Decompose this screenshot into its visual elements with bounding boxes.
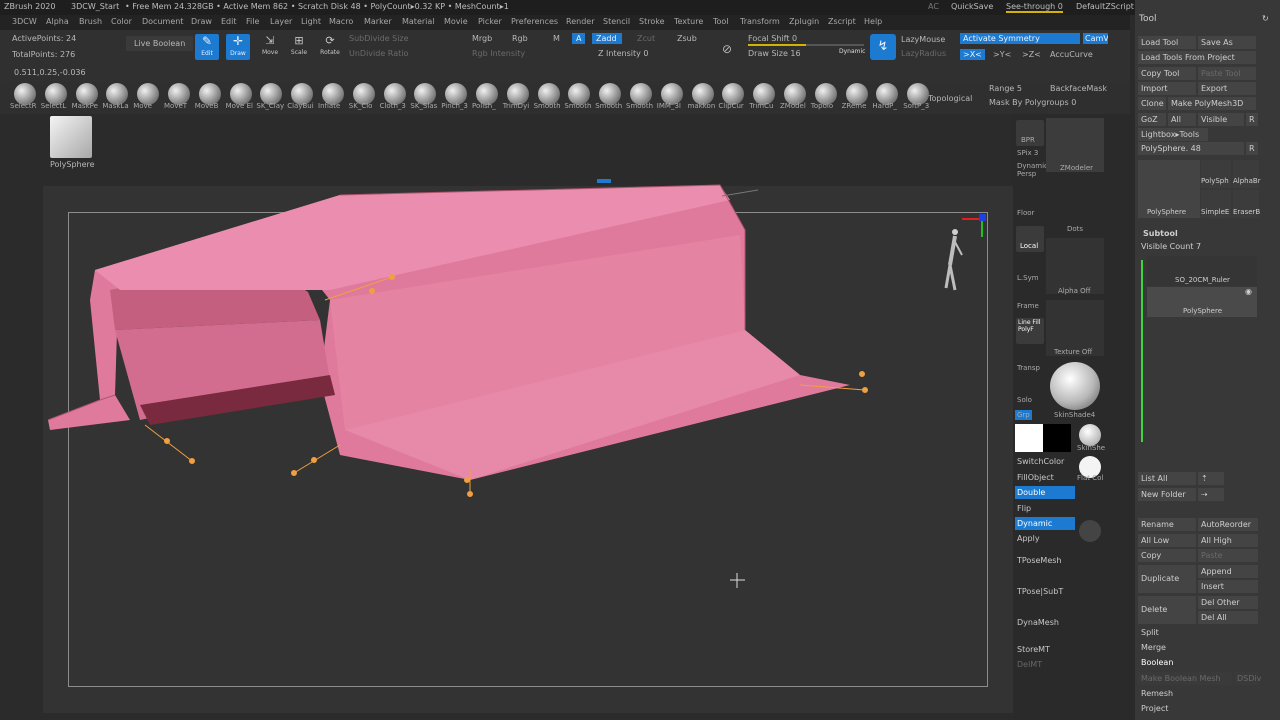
- switch-color-button[interactable]: SwitchColor: [1015, 455, 1075, 468]
- spix-slider[interactable]: SPix 3: [1017, 149, 1038, 157]
- del-all-button[interactable]: Del All: [1198, 611, 1258, 624]
- delete-button[interactable]: Delete: [1138, 596, 1196, 624]
- make-boolean-mesh-button[interactable]: Make Boolean Mesh: [1138, 672, 1232, 685]
- axis-gizmo[interactable]: [962, 214, 986, 237]
- material-sphere[interactable]: [1050, 362, 1100, 410]
- subtool-scrollbar[interactable]: [1141, 260, 1143, 442]
- copy-button[interactable]: Copy: [1138, 549, 1196, 562]
- r-button[interactable]: R: [1246, 113, 1258, 126]
- dots-label: Dots: [1067, 225, 1084, 233]
- goz-button[interactable]: GoZ: [1138, 113, 1166, 126]
- frame-button[interactable]: Frame: [1017, 302, 1039, 310]
- storemt-button[interactable]: StoreMT: [1015, 643, 1075, 656]
- cursor-crosshair-icon: [730, 573, 745, 588]
- mannequin-icon: [944, 229, 963, 291]
- list-all-button[interactable]: List All: [1138, 472, 1196, 485]
- project-section[interactable]: Project: [1141, 704, 1168, 713]
- skin-material-sphere[interactable]: [1079, 424, 1101, 446]
- new-folder-button[interactable]: New Folder: [1138, 488, 1196, 501]
- texture-off-label: Texture Off: [1054, 348, 1093, 356]
- backface-mask-toggle[interactable]: BackfaceMask: [1050, 84, 1107, 93]
- load-tool-button[interactable]: Load Tool: [1138, 36, 1196, 49]
- split-section[interactable]: Split: [1141, 628, 1159, 637]
- eye-icon[interactable]: ◉: [1245, 287, 1252, 296]
- dynamic-toggle-side[interactable]: Dynamic: [1015, 517, 1075, 530]
- flat-color-label: Flat Col: [1077, 474, 1104, 482]
- remesh-section[interactable]: Remesh: [1141, 689, 1173, 698]
- clone-button[interactable]: Clone: [1138, 97, 1166, 110]
- cam-button[interactable]: CamV: [1083, 33, 1108, 44]
- dynamesh-button[interactable]: DynaMesh: [1015, 616, 1075, 629]
- insert-button[interactable]: Insert: [1198, 580, 1258, 593]
- mesh-viewport-svg[interactable]: [0, 0, 1013, 720]
- export-button[interactable]: Export: [1198, 82, 1256, 95]
- alpha-slot[interactable]: [1046, 238, 1104, 294]
- floor-toggle[interactable]: Floor: [1017, 209, 1034, 217]
- apply-button[interactable]: Apply: [1015, 532, 1075, 545]
- visible-button[interactable]: Visible: [1198, 113, 1244, 126]
- auto-reorder-button[interactable]: AutoReorder: [1198, 518, 1258, 531]
- duplicate-button[interactable]: Duplicate: [1138, 565, 1196, 593]
- tool-panel: Tool ↻ Load Tool Save As Load Tools From…: [1135, 0, 1280, 720]
- tpose-subt-button[interactable]: TPose|SubT: [1015, 585, 1075, 598]
- pink-mesh[interactable]: [47, 184, 850, 480]
- make-polymesh-button[interactable]: Make PolyMesh3D: [1168, 97, 1256, 110]
- lsym-toggle[interactable]: L.Sym: [1017, 274, 1039, 282]
- save-as-button[interactable]: Save As: [1198, 36, 1256, 49]
- del-other-button[interactable]: Del Other: [1198, 596, 1258, 609]
- secondary-color-swatch[interactable]: [1043, 424, 1071, 452]
- right-shelf: BPR SPix 3 Dynamic Persp Floor Local L.S…: [1013, 114, 1135, 720]
- flip-button[interactable]: Flip: [1015, 502, 1075, 515]
- import-button[interactable]: Import: [1138, 82, 1196, 95]
- see-through-slider[interactable]: See-through 0: [1006, 2, 1063, 13]
- tposemesh-button[interactable]: TPoseMesh: [1015, 554, 1075, 567]
- material-label: SkinShade4: [1054, 411, 1096, 419]
- rotate-view-icon[interactable]: [1079, 520, 1101, 542]
- alpha-off-label: Alpha Off: [1058, 287, 1091, 295]
- move-down-icon[interactable]: ⇢: [1198, 488, 1224, 501]
- bpr-button[interactable]: BPR: [1016, 120, 1044, 146]
- fill-object-button[interactable]: FillObject: [1015, 471, 1075, 484]
- main-color-swatch[interactable]: [1015, 424, 1043, 452]
- all-high-button[interactable]: All High: [1198, 534, 1258, 547]
- accucurve-toggle[interactable]: AccuCurve: [1050, 50, 1093, 59]
- paste-button[interactable]: Paste: [1198, 549, 1258, 562]
- dsdiv-slider[interactable]: DSDiv: [1234, 672, 1261, 685]
- r-button-2[interactable]: R: [1246, 142, 1258, 155]
- all-button[interactable]: All: [1168, 113, 1196, 126]
- solo-toggle[interactable]: Solo: [1017, 396, 1032, 404]
- merge-section[interactable]: Merge: [1141, 643, 1166, 652]
- zmodeler-label: ZModeler: [1060, 164, 1093, 172]
- double-toggle[interactable]: Double: [1015, 486, 1075, 499]
- all-low-button[interactable]: All Low: [1138, 534, 1196, 547]
- move-up-icon[interactable]: ⇡: [1198, 472, 1224, 485]
- rename-button[interactable]: Rename: [1138, 518, 1196, 531]
- local-button[interactable]: Local: [1016, 226, 1044, 252]
- load-from-project-button[interactable]: Load Tools From Project: [1138, 51, 1256, 64]
- paste-tool-button[interactable]: Paste Tool: [1198, 67, 1256, 80]
- skinshe-label: SkinShe: [1077, 444, 1106, 452]
- delmt-button[interactable]: DelMT: [1015, 658, 1075, 671]
- polysphere-slider[interactable]: PolySphere. 48: [1138, 142, 1244, 155]
- append-button[interactable]: Append: [1198, 565, 1258, 578]
- subtool-header[interactable]: Subtool: [1143, 229, 1178, 238]
- polyframe-button[interactable]: Line Fill PolyF: [1016, 318, 1044, 344]
- close-icon[interactable]: ↻: [1262, 14, 1269, 23]
- lightbox-tools-button[interactable]: Lightbox▸Tools: [1138, 128, 1208, 141]
- tool-panel-title: Tool: [1139, 14, 1157, 24]
- default-zscript[interactable]: DefaultZScript: [1076, 2, 1134, 11]
- visible-count-slider[interactable]: Visible Count 7: [1141, 242, 1201, 251]
- shelf-handle[interactable]: [597, 179, 611, 183]
- transp-toggle[interactable]: Transp: [1017, 364, 1040, 372]
- copy-tool-button[interactable]: Copy Tool: [1138, 67, 1196, 80]
- grp-toggle[interactable]: Grp: [1015, 410, 1032, 420]
- z-axis-button[interactable]: >Z<: [1022, 50, 1041, 59]
- boolean-section[interactable]: Boolean: [1141, 658, 1173, 667]
- perspective-toggle[interactable]: Dynamic Persp: [1017, 162, 1048, 178]
